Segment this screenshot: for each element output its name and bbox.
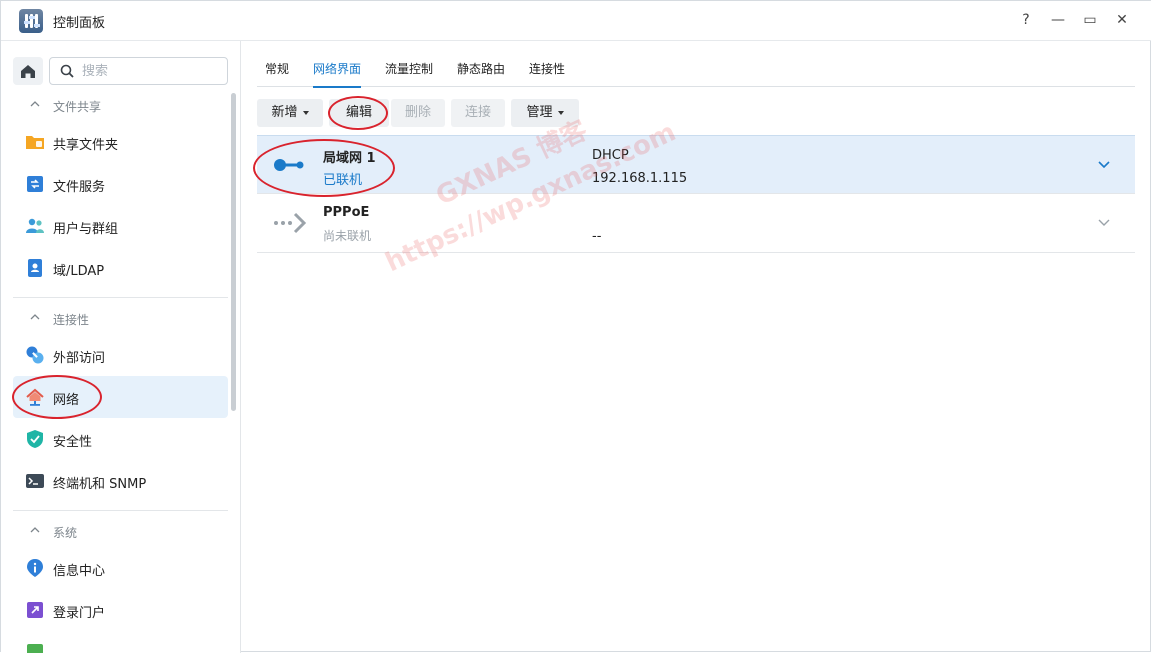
sidebar-item-info-center[interactable]: 信息中心 <box>13 547 228 589</box>
interface-status: 尚未联机 <box>323 229 372 243</box>
search-icon <box>60 64 74 78</box>
interface-ip: -- <box>592 229 602 244</box>
sidebar-item-users-groups[interactable]: 用户与群组 <box>13 205 228 247</box>
users-icon <box>26 218 44 233</box>
title-bar: 控制面板 ? — ▭ ✕ <box>1 1 1151 41</box>
sidebar-item-label: 登录门户 <box>53 606 106 621</box>
sidebar-item-label: 域/LDAP <box>53 264 105 279</box>
home-button[interactable] <box>13 57 43 85</box>
sidebar-item-external-access[interactable]: 外部访问 <box>13 334 228 376</box>
interface-ip: 192.168.1.115 <box>592 171 688 186</box>
help-button[interactable]: ? <box>1017 11 1035 29</box>
sidebar-divider <box>13 510 228 511</box>
sidebar-item-login-portal[interactable]: 登录门户 <box>13 589 228 631</box>
section-system[interactable]: 系统 <box>13 519 228 545</box>
login-portal-icon <box>27 602 43 618</box>
section-label: 连接性 <box>53 313 90 327</box>
sidebar: 文件共享 共享文件夹 文件服务 用户与群组 <box>1 41 241 653</box>
sidebar-item-terminal-snmp[interactable]: 终端机和 SNMP <box>13 460 228 502</box>
tab-bar: 常规 网络界面 流量控制 静态路由 连接性 <box>257 51 1135 88</box>
sidebar-item-shared-folder[interactable]: 共享文件夹 <box>13 121 228 163</box>
tab-static-route[interactable]: 静态路由 <box>457 60 505 77</box>
chevron-up-icon <box>30 101 40 107</box>
connect-button-label: 连接 <box>464 105 491 120</box>
minimize-button[interactable]: — <box>1049 11 1067 29</box>
home-icon <box>21 65 35 78</box>
search-input[interactable] <box>82 61 222 81</box>
info-icon <box>27 559 43 577</box>
caret-down-icon <box>302 110 309 115</box>
tab-connectivity[interactable]: 连接性 <box>529 60 565 77</box>
edit-button[interactable]: 编辑 <box>329 99 389 127</box>
maximize-button[interactable]: ▭ <box>1081 11 1099 29</box>
control-panel-window: 控制面板 ? — ▭ ✕ 文件共享 共享 <box>0 0 1151 653</box>
sidebar-item-label: 外部访问 <box>53 351 106 366</box>
section-connectivity[interactable]: 连接性 <box>13 306 228 332</box>
app-icon <box>27 644 43 653</box>
folder-icon <box>26 136 44 149</box>
interface-row-pppoe[interactable]: PPPoE 尚未联机 -- <box>257 194 1135 253</box>
sidebar-item-label: 安全性 <box>53 435 93 450</box>
main-panel: 常规 网络界面 流量控制 静态路由 连接性 新增 编辑 删除 连接 管理 局域网… <box>242 41 1151 653</box>
sidebar-item-label: 用户与群组 <box>53 222 119 237</box>
sidebar-scrollbar[interactable] <box>231 93 236 411</box>
network-icon <box>26 388 44 406</box>
manage-button[interactable]: 管理 <box>511 99 579 127</box>
delete-button[interactable]: 删除 <box>391 99 445 127</box>
chevron-down-icon[interactable] <box>1097 159 1111 169</box>
chevron-up-icon <box>30 314 40 320</box>
manage-button-label: 管理 <box>526 105 553 120</box>
sidebar-item-partial[interactable] <box>13 631 228 653</box>
window-title: 控制面板 <box>53 16 106 31</box>
lan-connected-icon <box>274 159 304 171</box>
interface-row-lan1[interactable]: 局域网 1 已联机 DHCP 192.168.1.115 <box>257 135 1135 194</box>
create-button[interactable]: 新增 <box>257 99 323 127</box>
terminal-icon <box>26 474 44 488</box>
ldap-icon <box>28 259 42 277</box>
sidebar-item-network[interactable]: 网络 <box>13 376 228 418</box>
file-services-icon <box>27 176 43 192</box>
section-label: 系统 <box>53 526 78 540</box>
sidebar-item-label: 共享文件夹 <box>53 138 119 153</box>
sidebar-item-domain-ldap[interactable]: 域/LDAP <box>13 247 228 289</box>
edit-button-label: 编辑 <box>345 105 372 120</box>
chevron-down-icon[interactable] <box>1097 217 1111 227</box>
section-file-sharing[interactable]: 文件共享 <box>13 93 228 119</box>
sidebar-item-security[interactable]: 安全性 <box>13 418 228 460</box>
sidebar-item-label: 信息中心 <box>53 564 106 579</box>
create-button-label: 新增 <box>271 105 298 120</box>
interface-name: 局域网 1 <box>323 151 376 166</box>
tab-network-interface[interactable]: 网络界面 <box>313 60 362 88</box>
sidebar-item-label: 文件服务 <box>53 180 106 195</box>
external-access-icon <box>26 346 44 364</box>
sidebar-item-label: 网络 <box>53 393 80 408</box>
pppoe-disconnected-icon <box>274 212 307 234</box>
sidebar-divider <box>13 297 228 298</box>
sidebar-item-file-services[interactable]: 文件服务 <box>13 163 228 205</box>
interface-mode: DHCP <box>592 148 629 163</box>
chevron-up-icon <box>30 527 40 533</box>
sidebar-item-label: 终端机和 SNMP <box>53 477 147 492</box>
tab-traffic-control[interactable]: 流量控制 <box>385 60 433 77</box>
shield-icon <box>27 430 43 448</box>
tab-general[interactable]: 常规 <box>265 60 289 77</box>
search-field[interactable] <box>49 57 228 85</box>
section-label: 文件共享 <box>53 100 102 114</box>
delete-button-label: 删除 <box>404 105 431 120</box>
close-button[interactable]: ✕ <box>1113 11 1131 29</box>
connect-button[interactable]: 连接 <box>451 99 505 127</box>
control-panel-app-icon <box>19 9 43 33</box>
interface-name: PPPoE <box>323 205 370 220</box>
interface-status: 已联机 <box>323 173 363 188</box>
caret-down-icon <box>557 110 564 115</box>
